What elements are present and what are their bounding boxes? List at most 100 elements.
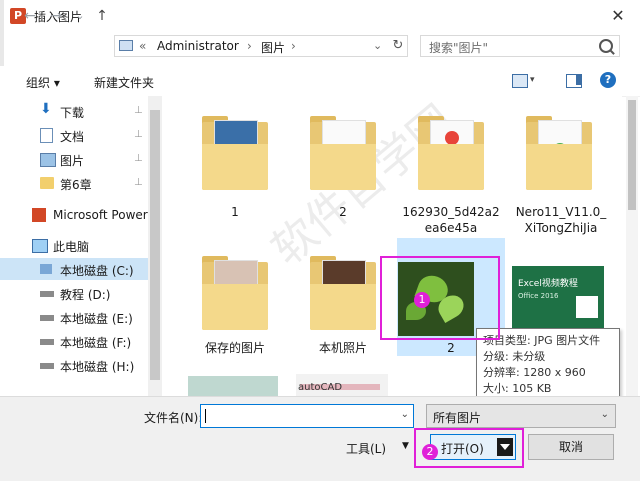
cancel-button[interactable]: 取消 (528, 434, 614, 460)
sidebar-item-label: 此电脑 (53, 240, 90, 254)
drive-icon (40, 315, 54, 321)
content-scrollbar-thumb[interactable] (628, 100, 636, 210)
sidebar-item-drive-d[interactable]: 教程 (D:) (0, 282, 148, 304)
thumbnail-title: Excel视频教程 (518, 279, 578, 289)
up-arrow-icon[interactable]: ↑ (92, 6, 112, 26)
folder-icon[interactable] (526, 116, 592, 190)
download-icon: ⬇ (40, 101, 52, 117)
pin-icon[interactable]: ⊥ (134, 177, 143, 188)
close-icon[interactable]: ✕ (604, 4, 632, 28)
sidebar-item-drive-h[interactable]: 本地磁盘 (H:) (0, 354, 148, 376)
file-name-line: ea6e45a (424, 221, 478, 235)
sidebar-item-label: 文档 (60, 130, 85, 144)
tools-button[interactable]: 工具(L) (346, 440, 386, 457)
sidebar-item-chapter6[interactable]: 第6章 ⊥ (0, 172, 148, 194)
text-caret (205, 409, 206, 423)
new-folder-button[interactable]: 新建文件夹 (94, 74, 154, 91)
documents-icon (40, 128, 53, 143)
pin-icon[interactable]: ⊥ (134, 153, 143, 164)
breadcrumb-administrator[interactable]: Administrator (157, 39, 239, 53)
change-view-icon[interactable] (512, 74, 528, 88)
pin-icon[interactable]: ⊥ (134, 105, 143, 116)
folder-icon[interactable] (310, 256, 376, 330)
folder-icon (40, 177, 54, 189)
chevron-down-icon[interactable]: ⌄ (401, 409, 409, 420)
organize-button[interactable]: 组织 ▾ (26, 74, 60, 91)
sidebar-scrollbar-thumb[interactable] (150, 110, 160, 380)
folder-icon[interactable] (310, 116, 376, 190)
file-name-line: Nero11_V11.0_ (515, 205, 607, 219)
sidebar-item-label: 教程 (D:) (60, 288, 111, 302)
drive-icon (40, 363, 54, 369)
sidebar-item-label: Microsoft Power (53, 208, 148, 222)
excel-thumbnail[interactable]: Excel视频教程 Office 2016 (512, 266, 604, 332)
sidebar-item-microsoft-powerpoint[interactable]: Microsoft Power (0, 204, 148, 226)
pc-icon (119, 40, 133, 51)
partial-thumbnail[interactable] (188, 376, 278, 396)
windows-drive-icon (40, 264, 52, 274)
tooltip-resolution: 分辨率: 1280 x 960 (483, 366, 586, 379)
tools-dropdown-icon[interactable]: ▼ (402, 441, 409, 451)
sidebar-item-documents[interactable]: 文档 ⊥ (0, 124, 148, 146)
sidebar-item-pictures[interactable]: 图片 ⊥ (0, 148, 148, 170)
refresh-icon[interactable]: ↻ (388, 35, 408, 57)
powerpoint-icon (32, 208, 46, 222)
computer-icon (32, 239, 48, 253)
file-name[interactable]: 2 (302, 204, 384, 220)
chevron-down-icon[interactable]: ⌄ (601, 409, 609, 420)
sidebar-item-drive-e[interactable]: 本地磁盘 (E:) (0, 306, 148, 328)
annotation-badge-2: 2 (422, 444, 438, 460)
pictures-icon (40, 153, 56, 167)
tooltip-size: 大小: 105 KB (483, 382, 552, 395)
autocad-thumbnail[interactable]: autoCAD (296, 374, 388, 396)
filename-input[interactable]: ⌄ (200, 404, 414, 428)
drive-icon (40, 291, 54, 297)
file-name-line: XiTongZhiJia (524, 221, 598, 235)
file-name-line: 162930_5d42a2 (402, 205, 500, 219)
thumbnail-subtitle: Office 2016 (518, 292, 559, 300)
sidebar-item-drive-c[interactable]: 本地磁盘 (C:) (0, 258, 148, 280)
sidebar-item-label: 本地磁盘 (F:) (60, 336, 132, 350)
breadcrumb-pictures[interactable]: 图片 (261, 39, 285, 56)
address-bar[interactable]: « Administrator › 图片 › ⌄ (114, 35, 408, 57)
file-name[interactable]: 162930_5d42a2 ea6e45a (398, 204, 504, 236)
sidebar-item-label: 本地磁盘 (H:) (60, 360, 135, 374)
sidebar-item-label: 本地磁盘 (E:) (60, 312, 133, 326)
sidebar-item-label: 本地磁盘 (C:) (60, 264, 134, 278)
address-overflow[interactable]: « (139, 39, 146, 53)
file-name[interactable]: 1 (194, 204, 276, 220)
back-arrow-icon[interactable]: ← (20, 6, 40, 26)
sidebar-item-drive-f[interactable]: 本地磁盘 (F:) (0, 330, 148, 352)
annotation-badge-1: 1 (414, 292, 430, 308)
pin-icon[interactable]: ⊥ (134, 129, 143, 140)
folder-icon[interactable] (418, 116, 484, 190)
folder-icon[interactable] (202, 116, 268, 190)
folder-icon[interactable] (202, 256, 268, 330)
search-placeholder: 搜索"图片" (429, 41, 489, 55)
tooltip-type: 项目类型: JPG 图片文件 (483, 334, 601, 347)
sidebar-item-label: 下载 (60, 106, 85, 120)
recent-locations-chevron-icon[interactable]: ⌄ (70, 6, 90, 26)
tooltip-rating: 分级: 未分级 (483, 350, 546, 363)
annotation-highlight-1 (380, 256, 500, 340)
help-icon[interactable]: ? (600, 72, 616, 88)
file-name[interactable]: 保存的图片 (194, 340, 276, 356)
sidebar-item-this-pc[interactable]: 此电脑 (0, 234, 148, 256)
search-input[interactable]: 搜索"图片" (420, 35, 620, 57)
view-dropdown-icon[interactable]: ▾ (530, 75, 535, 85)
navigation-pane: ⬇ 下载 ⊥ 文档 ⊥ 图片 ⊥ 第6章 ⊥ Microsoft Power 此… (0, 96, 148, 396)
file-name[interactable]: 本机照片 (302, 340, 384, 356)
sidebar-item-label: 第6章 (60, 178, 92, 192)
file-name[interactable]: Nero11_V11.0_ XiTongZhiJia (508, 204, 614, 236)
breadcrumb-separator-icon: › (247, 39, 252, 53)
sidebar-item-label: 图片 (60, 154, 85, 168)
file-type-select[interactable]: 所有图片 ⌄ (426, 404, 616, 428)
preview-pane-icon[interactable] (566, 74, 582, 88)
sidebar-item-downloads[interactable]: ⬇ 下载 ⊥ (0, 100, 148, 122)
address-dropdown-icon[interactable]: ⌄ (373, 39, 382, 52)
qr-code-icon (576, 296, 598, 318)
drive-icon (40, 339, 54, 345)
breadcrumb-separator-icon: › (291, 39, 296, 53)
search-icon[interactable] (599, 39, 613, 53)
forward-arrow-icon[interactable]: → (46, 6, 66, 26)
